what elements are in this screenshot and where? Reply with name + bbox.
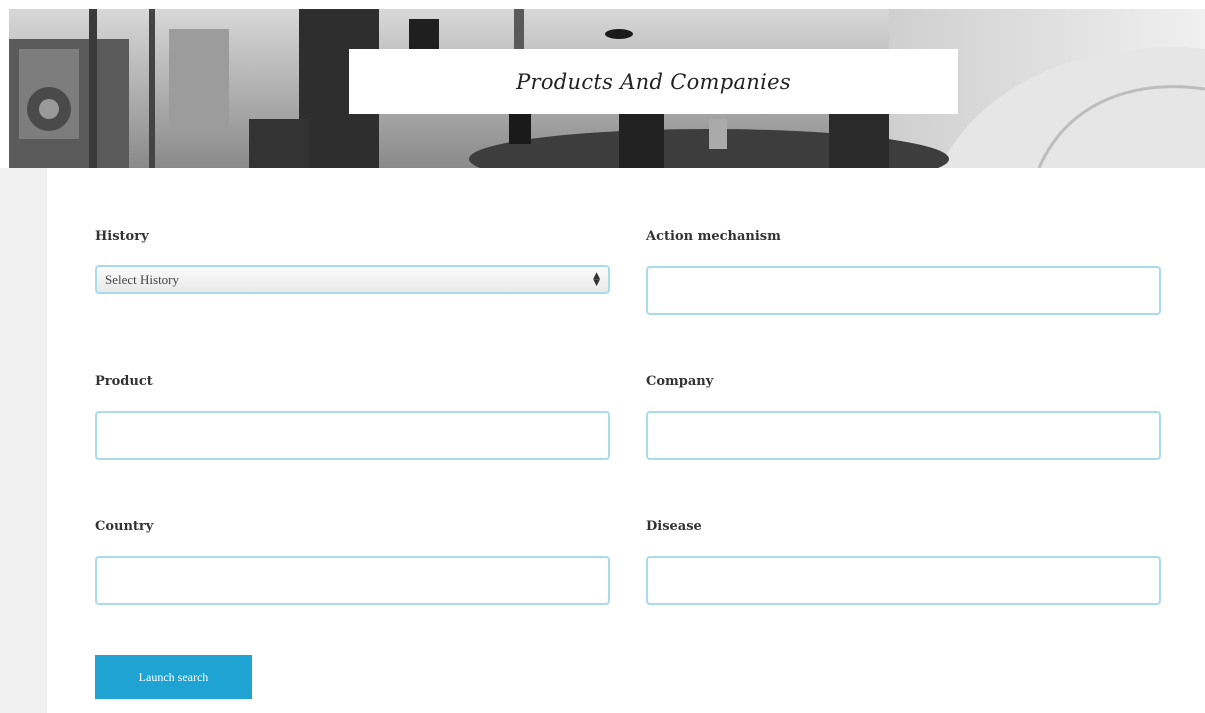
country-label: Country [95,519,154,534]
company-label: Company [646,374,714,389]
sort-arrows-icon: ▲ ▼ [593,270,600,288]
left-gutter [0,168,47,713]
history-select-value: Select History [105,271,180,287]
page: Products And Companies History Select Hi… [0,0,1205,713]
disease-input[interactable] [646,556,1161,605]
hero-title-box: Products And Companies [349,49,958,114]
page-title: Products And Companies [516,69,791,94]
company-input[interactable] [646,411,1161,460]
hero-banner: Products And Companies [9,9,1205,168]
product-input[interactable] [95,411,610,460]
history-label: History [95,229,149,244]
history-select[interactable]: Select History ▲ ▼ [95,265,610,294]
product-label: Product [95,374,153,389]
action-mechanism-input[interactable] [646,266,1161,315]
action-mechanism-label: Action mechanism [646,229,781,244]
disease-label: Disease [646,519,702,534]
launch-search-button[interactable]: Launch search [95,655,252,699]
country-input[interactable] [95,556,610,605]
